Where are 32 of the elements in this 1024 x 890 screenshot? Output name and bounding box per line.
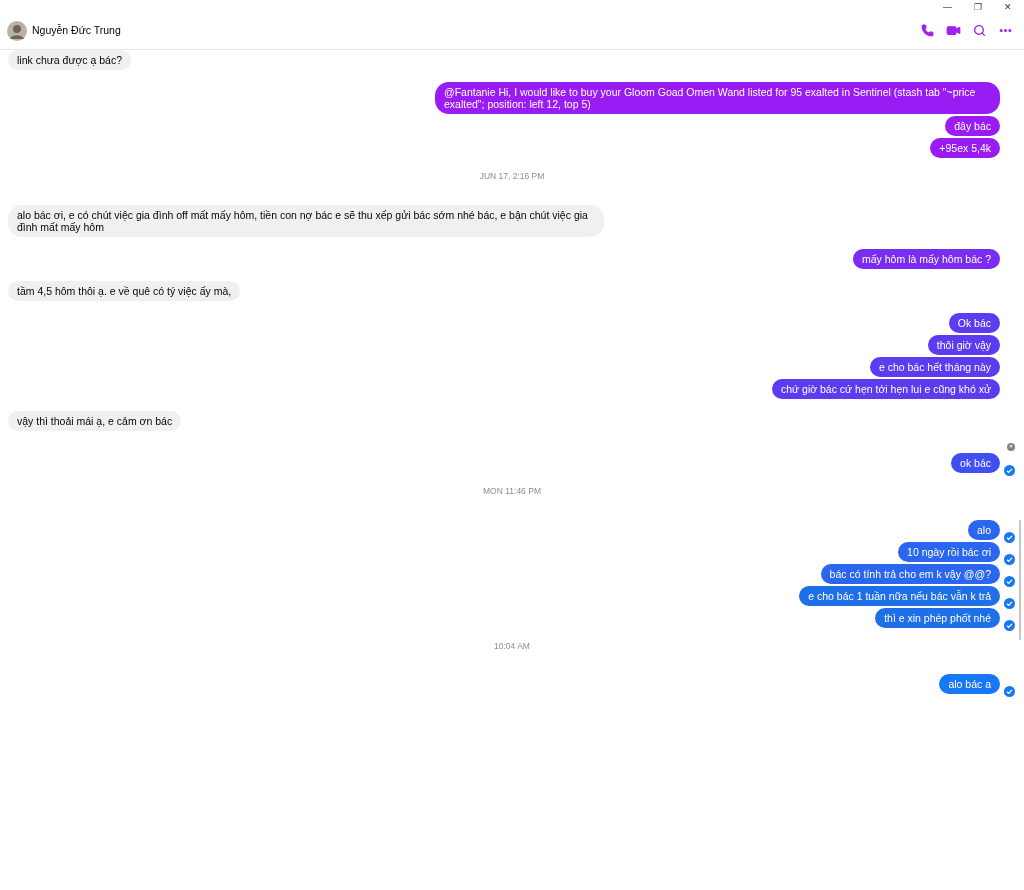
outgoing-message: bác có tính trả cho em k vậy @@? bbox=[820, 563, 1000, 584]
timestamp: MON 11:46 PM bbox=[483, 484, 541, 498]
seen-avatar-icon bbox=[1007, 442, 1015, 451]
contact-name: Nguyễn Đức Trung bbox=[32, 22, 121, 38]
outgoing-message: e cho bác 1 tuần nữa nếu bác vẫn k trả bbox=[799, 585, 1000, 606]
window-control[interactable]: ❐ bbox=[974, 2, 982, 12]
timestamp: 10:04 AM bbox=[494, 639, 530, 653]
outgoing-message: chứ giờ bác cứ hẹn tới hẹn lui e cũng khó xử bbox=[772, 378, 1000, 399]
outgoing-message: thôi giờ vậy bbox=[927, 334, 1000, 355]
timestamp: JUN 17, 2:16 PM bbox=[479, 170, 545, 183]
outgoing-message: alo bác a bbox=[939, 674, 1000, 695]
phone-icon[interactable] bbox=[921, 24, 934, 37]
outgoing-message: e cho bác hết tháng này bbox=[869, 356, 1000, 377]
outgoing-message: thì e xin phép phốt nhé bbox=[875, 607, 1000, 628]
incoming-message: tầm 4,5 hôm thôi ạ. e về quê có tý việc ấy mà, bbox=[8, 280, 241, 301]
outgoing-message: 10 ngày rồi bác ơi bbox=[898, 541, 1000, 562]
video-icon[interactable] bbox=[946, 23, 961, 38]
incoming-message: link chưa được ạ bác? bbox=[8, 50, 131, 70]
outgoing-message: Ok bác bbox=[948, 312, 1000, 333]
search-icon[interactable] bbox=[973, 24, 986, 37]
window-control[interactable]: ✕ bbox=[1004, 2, 1012, 12]
window-control[interactable]: — bbox=[943, 2, 952, 12]
outgoing-message: alo bbox=[968, 519, 1000, 540]
incoming-message: vậy thì thoải mái ạ, e cảm ơn bác bbox=[8, 410, 182, 431]
incoming-message: alo bác ơi, e có chút việc gia đình off mất mấy hôm, tiền con nợ bác e sẽ thu xếp gửi bác sớm nhé bác, e bận chút việc gia đình mất mấy hôm bbox=[8, 204, 604, 237]
outgoing-message: @Fantanie Hi, I would like to buy your Gloom Goad Omen Wand listed for 95 exalted in Sentinel (stash tab "~price exalted"; position: left 12, top 5) bbox=[435, 82, 1000, 114]
outgoing-message: +95ex 5,4k bbox=[930, 138, 1000, 158]
outgoing-message: mấy hôm là mấy hôm bác ? bbox=[853, 248, 1000, 269]
scrollbar[interactable] bbox=[1019, 520, 1021, 640]
outgoing-message: ok bác bbox=[951, 452, 1000, 473]
outgoing-message: đây bác bbox=[945, 116, 1000, 136]
avatar bbox=[7, 20, 27, 41]
